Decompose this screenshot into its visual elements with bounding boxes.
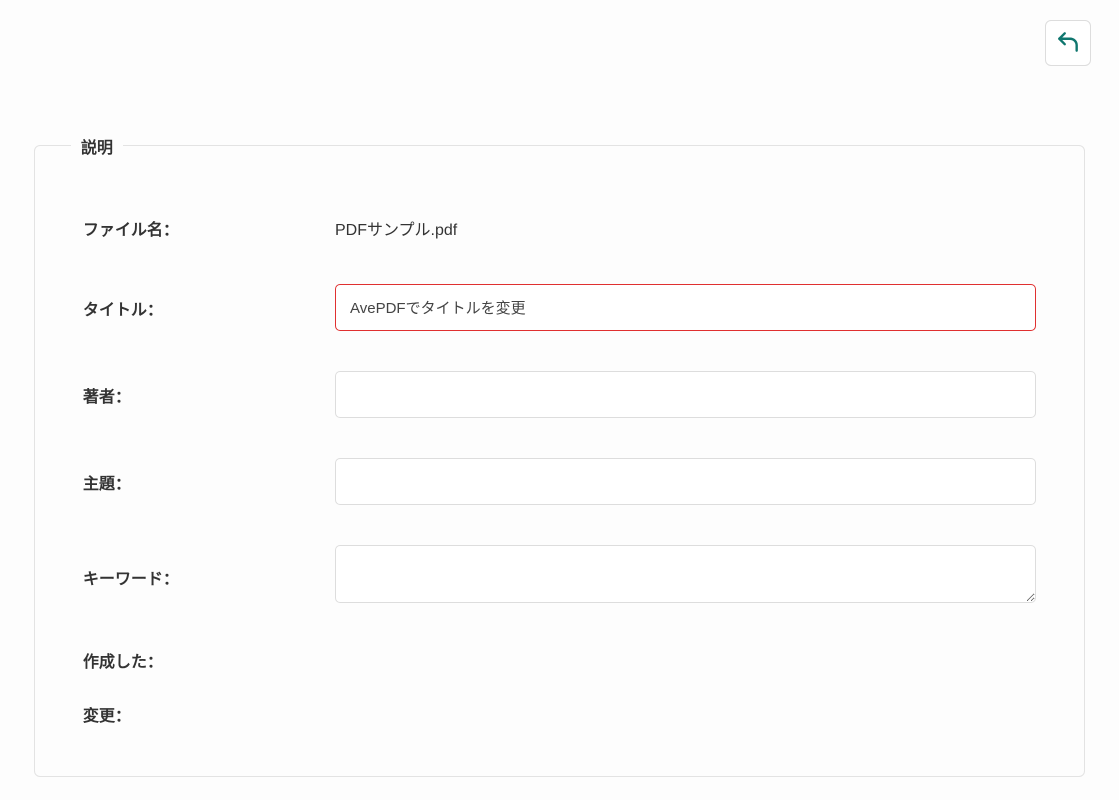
keywords-row: キーワード： [83, 545, 1036, 608]
title-row: タイトル： [83, 284, 1036, 331]
filename-label: ファイル名： [83, 216, 335, 240]
title-input[interactable] [335, 284, 1036, 331]
created-row: 作成した： [83, 648, 1036, 672]
back-arrow-icon [1055, 29, 1081, 58]
author-input[interactable] [335, 371, 1036, 418]
fieldset-legend: 説明 [71, 134, 123, 158]
author-label: 著者： [83, 383, 335, 407]
filename-value: PDFサンプル.pdf [335, 216, 457, 240]
back-button[interactable] [1045, 20, 1091, 66]
title-label: タイトル： [83, 296, 335, 320]
created-label: 作成した： [83, 648, 335, 672]
keywords-input-wrap [335, 545, 1036, 608]
subject-input-wrap [335, 458, 1036, 505]
author-row: 著者： [83, 371, 1036, 418]
subject-row: 主題： [83, 458, 1036, 505]
keywords-input[interactable] [335, 545, 1036, 603]
filename-row: ファイル名： PDFサンプル.pdf [83, 216, 1036, 240]
modified-row: 変更： [83, 702, 1036, 726]
modified-label: 変更： [83, 702, 335, 726]
subject-input[interactable] [335, 458, 1036, 505]
description-fieldset: 説明 ファイル名： PDFサンプル.pdf タイトル： 著者： 主題： キーワー… [34, 145, 1085, 777]
title-input-wrap [335, 284, 1036, 331]
subject-label: 主題： [83, 470, 335, 494]
keywords-label: キーワード： [83, 565, 335, 589]
author-input-wrap [335, 371, 1036, 418]
